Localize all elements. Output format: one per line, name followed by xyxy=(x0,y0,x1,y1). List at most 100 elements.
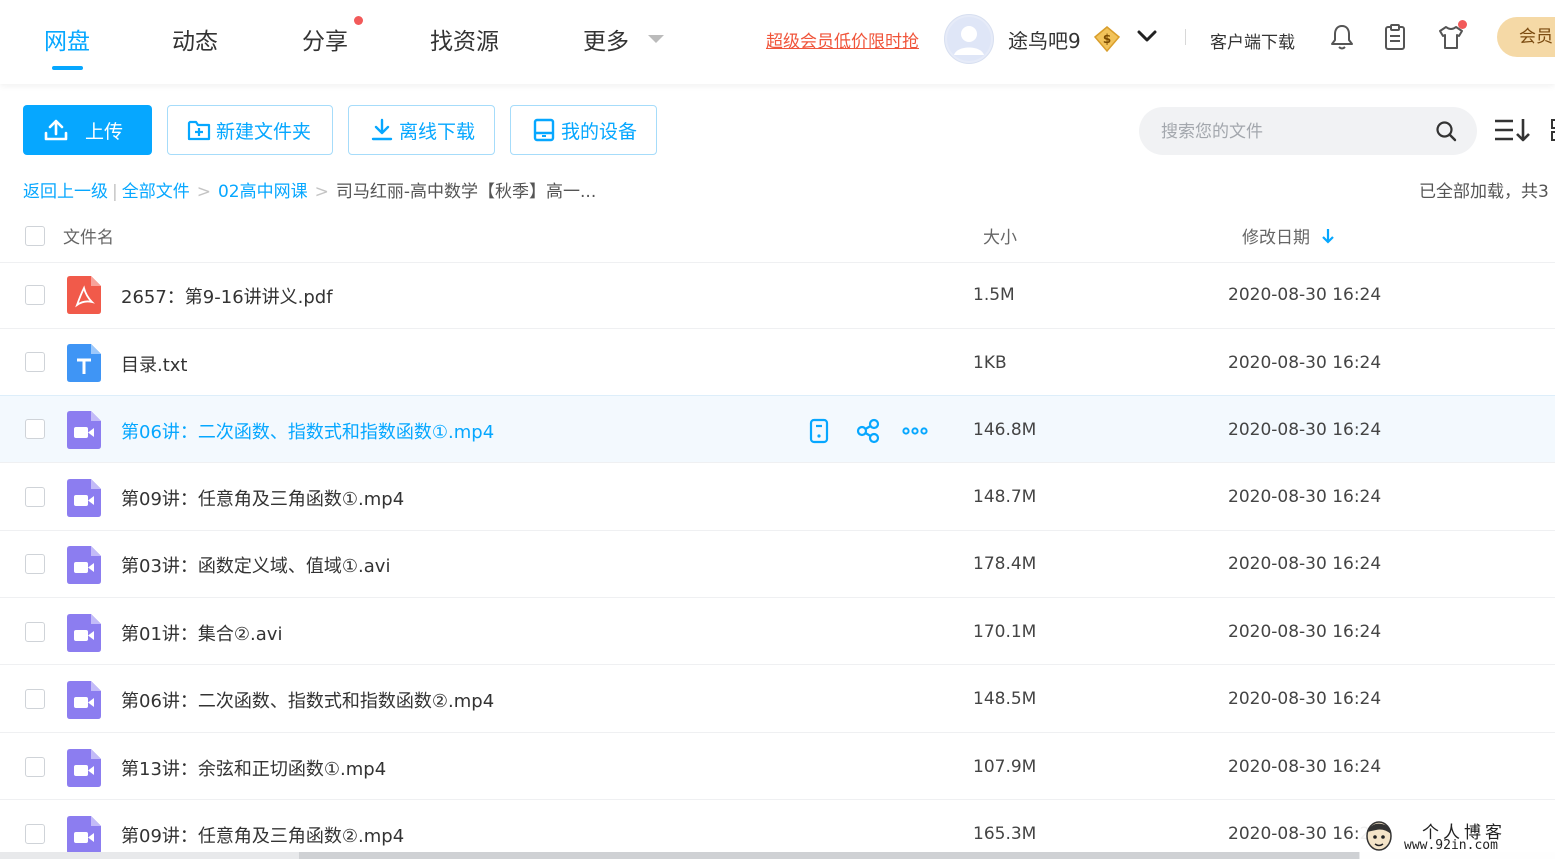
video-file-icon xyxy=(67,816,101,854)
scrollbar-thumb[interactable] xyxy=(299,852,1359,859)
table-row[interactable]: 目录.txt 1KB 2020-08-30 16:24 xyxy=(0,329,1555,396)
breadcrumb-current: 司马红丽-高中数学【秋季】高一... xyxy=(335,182,597,202)
my-devices-button[interactable]: 我的设备 xyxy=(510,105,657,155)
upload-button[interactable]: 上传 xyxy=(23,105,152,155)
video-file-icon xyxy=(67,479,101,517)
breadcrumb-separator: > xyxy=(196,182,211,202)
file-size: 107.9M xyxy=(973,757,1037,777)
file-date: 2020-08-30 16:24 xyxy=(1228,554,1382,574)
row-checkbox[interactable] xyxy=(25,285,45,305)
file-size: 148.7M xyxy=(973,487,1037,507)
new-folder-button[interactable]: 新建文件夹 xyxy=(167,105,333,155)
caret-down-icon[interactable] xyxy=(648,35,664,43)
client-download-link[interactable]: 客户端下载 xyxy=(1210,28,1295,53)
breadcrumb: 返回上一级 | 全部文件 >02高中网课 > 司马红丽-高中数学【秋季】高一... xyxy=(23,177,596,202)
column-header-date[interactable]: 修改日期 xyxy=(1242,223,1310,248)
table-header: 文件名 大小 修改日期 xyxy=(0,210,1555,263)
share-icon[interactable] xyxy=(855,418,881,444)
row-checkbox[interactable] xyxy=(25,352,45,372)
download-icon xyxy=(371,118,393,141)
add-folder-icon xyxy=(187,120,211,141)
chevron-down-icon[interactable] xyxy=(1136,27,1158,45)
table-row[interactable]: 第03讲：函数定义域、值域①.avi 178.4M 2020-08-30 16:… xyxy=(0,531,1555,598)
upload-label: 上传 xyxy=(85,120,124,143)
grid-view-icon[interactable] xyxy=(1549,118,1555,142)
tab-share[interactable]: 分享 xyxy=(302,22,348,56)
top-navigation-bar: 网盘 动态 分享 找资源 更多 超级会员低价限时抢 途鸟吧9 $ 客户端下载 会… xyxy=(0,0,1555,84)
row-checkbox[interactable] xyxy=(25,487,45,507)
row-checkbox[interactable] xyxy=(25,622,45,642)
file-name[interactable]: 2657：第9-16讲讲义.pdf xyxy=(121,283,333,309)
file-date: 2020-08-30 16:24 xyxy=(1228,420,1382,440)
search-input[interactable] xyxy=(1159,107,1433,157)
skin-notification-dot xyxy=(1458,20,1467,29)
vip-badge-label: $ xyxy=(1103,32,1111,46)
tab-activity[interactable]: 动态 xyxy=(172,22,218,56)
file-size: 146.8M xyxy=(973,420,1037,440)
username[interactable]: 途鸟吧9 xyxy=(1008,25,1081,54)
file-date: 2020-08-30 16:24 xyxy=(1228,353,1382,373)
search-box xyxy=(1139,107,1477,157)
file-name[interactable]: 第13讲：余弦和正切函数①.mp4 xyxy=(121,755,386,781)
row-checkbox[interactable] xyxy=(25,689,45,709)
file-name[interactable]: 第06讲：二次函数、指数式和指数函数①.mp4 xyxy=(121,418,494,444)
file-name[interactable]: 第06讲：二次函数、指数式和指数函数②.mp4 xyxy=(121,687,494,713)
device-icon xyxy=(533,118,555,142)
row-checkbox[interactable] xyxy=(25,419,45,439)
table-row[interactable]: 第06讲：二次函数、指数式和指数函数②.mp4 148.5M 2020-08-3… xyxy=(0,666,1555,733)
breadcrumb-back[interactable]: 返回上一级 xyxy=(23,182,108,202)
file-name[interactable]: 第09讲：任意角及三角函数②.mp4 xyxy=(121,822,404,848)
search-icon[interactable] xyxy=(1435,120,1457,142)
breadcrumb-folder[interactable]: 02高中网课 xyxy=(218,182,308,202)
file-name[interactable]: 第03讲：函数定义域、值域①.avi xyxy=(121,552,390,578)
row-checkbox[interactable] xyxy=(25,824,45,844)
breadcrumb-divider: | xyxy=(112,182,118,202)
cartoon-face-icon xyxy=(1366,821,1392,851)
vip-promo-link[interactable]: 超级会员低价限时抢 xyxy=(766,27,919,52)
bell-icon[interactable] xyxy=(1327,22,1357,52)
table-row[interactable]: 第09讲：任意角及三角函数①.mp4 148.7M 2020-08-30 16:… xyxy=(0,464,1555,531)
file-date: 2020-08-30 16:2 xyxy=(1228,824,1371,844)
table-row[interactable]: 第06讲：二次函数、指数式和指数函数①.mp4 146.8M 2020-08-3… xyxy=(0,395,1555,463)
file-size: 178.4M xyxy=(973,554,1037,574)
file-date: 2020-08-30 16:24 xyxy=(1228,487,1382,507)
column-header-size[interactable]: 大小 xyxy=(983,223,1017,248)
file-name[interactable]: 目录.txt xyxy=(121,351,188,377)
table-row[interactable]: 第13讲：余弦和正切函数①.mp4 107.9M 2020-08-30 16:2… xyxy=(0,733,1555,800)
avatar[interactable] xyxy=(944,14,994,64)
file-date: 2020-08-30 16:24 xyxy=(1228,757,1382,777)
sort-icon[interactable] xyxy=(1493,116,1531,144)
file-size: 1.5M xyxy=(973,285,1015,305)
active-tab-indicator xyxy=(52,66,83,70)
video-file-icon xyxy=(67,546,101,584)
clipboard-icon[interactable] xyxy=(1380,22,1410,52)
file-date: 2020-08-30 16:24 xyxy=(1228,689,1382,709)
file-size: 1KB xyxy=(973,353,1007,373)
more-options-icon[interactable] xyxy=(902,418,928,444)
send-to-phone-icon[interactable] xyxy=(806,418,832,444)
vip-diamond-icon[interactable]: $ xyxy=(1093,25,1121,53)
upload-icon xyxy=(44,119,68,141)
breadcrumb-separator: > xyxy=(314,182,329,202)
txt-file-icon xyxy=(67,344,101,382)
sort-arrow-down-icon[interactable] xyxy=(1321,227,1335,245)
offline-download-label: 离线下载 xyxy=(399,120,476,143)
tab-more[interactable]: 更多 xyxy=(583,22,629,56)
table-row[interactable]: 第01讲：集合②.avi 170.1M 2020-08-30 16:24 xyxy=(0,598,1555,665)
column-header-name[interactable]: 文件名 xyxy=(63,223,114,248)
file-date: 2020-08-30 16:24 xyxy=(1228,622,1382,642)
row-checkbox[interactable] xyxy=(25,554,45,574)
member-button[interactable]: 会员 xyxy=(1497,17,1555,57)
default-avatar-icon xyxy=(947,17,991,61)
table-row[interactable]: 2657：第9-16讲讲义.pdf 1.5M 2020-08-30 16:24 xyxy=(0,262,1555,329)
offline-download-button[interactable]: 离线下载 xyxy=(348,105,495,155)
tab-netdisk[interactable]: 网盘 xyxy=(44,22,90,56)
file-name[interactable]: 第01讲：集合②.avi xyxy=(121,620,282,646)
row-checkbox[interactable] xyxy=(25,757,45,777)
file-name[interactable]: 第09讲：任意角及三角函数①.mp4 xyxy=(121,485,404,511)
new-folder-label: 新建文件夹 xyxy=(216,120,312,143)
tab-find-resources[interactable]: 找资源 xyxy=(430,22,499,56)
select-all-checkbox[interactable] xyxy=(25,226,45,246)
breadcrumb-all-files[interactable]: 全部文件 xyxy=(122,182,190,202)
divider xyxy=(1185,29,1186,45)
